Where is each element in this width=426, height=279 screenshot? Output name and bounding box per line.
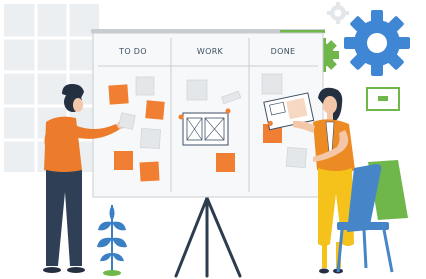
sticky-note	[114, 151, 133, 170]
sticky-note	[145, 100, 165, 120]
wireframe-sheet	[178, 108, 231, 146]
plant-icon	[97, 205, 127, 276]
sticky-note	[285, 147, 307, 169]
sticky-note	[139, 161, 160, 182]
sticky-note	[135, 76, 155, 96]
sticky-note	[216, 153, 235, 172]
illustration-canvas: TO DO WORK DONE	[4, 2, 410, 278]
column-title-work: WORK	[197, 47, 224, 56]
sticky-note	[108, 84, 129, 105]
monitor-icon	[366, 87, 400, 111]
column-title-done: DONE	[271, 47, 296, 56]
easel-stand-icon	[174, 194, 242, 278]
sticky-note	[186, 79, 208, 101]
small-gear-icon	[327, 2, 349, 24]
sticky-note	[140, 128, 161, 149]
column-title-todo: TO DO	[118, 47, 147, 56]
sticky-note	[261, 73, 283, 95]
